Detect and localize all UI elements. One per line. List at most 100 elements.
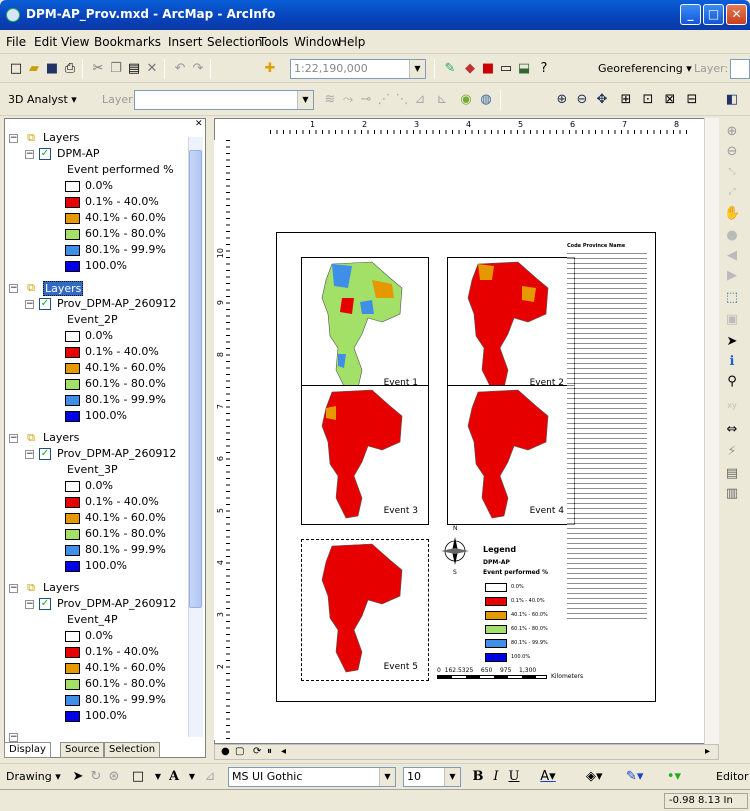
- 3d-analyst-menu[interactable]: 3D Analyst ▾: [8, 93, 77, 106]
- data-frame-label[interactable]: Layers: [43, 581, 79, 594]
- arcscene-icon[interactable]: ◉: [458, 92, 474, 108]
- toc-close-icon[interactable]: ✕: [195, 119, 205, 129]
- text-tool-icon[interactable]: A: [166, 769, 182, 785]
- tab-display[interactable]: Display: [4, 742, 51, 758]
- layer-visibility-checkbox[interactable]: ✓: [39, 148, 51, 160]
- layout-view-icon[interactable]: ▢: [235, 746, 244, 757]
- menu-window[interactable]: Window: [294, 35, 341, 49]
- class-swatch[interactable]: [65, 197, 80, 208]
- font-size-combo[interactable]: 10 ▼: [403, 767, 461, 787]
- copy-icon[interactable]: ❐: [108, 61, 124, 77]
- go-back-icon[interactable]: ◧: [724, 92, 740, 108]
- data-frame-label[interactable]: Layers: [43, 281, 84, 296]
- line-color-icon[interactable]: ✎▾: [626, 769, 643, 785]
- interpolate-line-icon[interactable]: ⋱: [394, 92, 410, 108]
- class-swatch[interactable]: [65, 181, 80, 192]
- class-swatch[interactable]: [65, 513, 80, 524]
- steepest-path-icon[interactable]: ⤳: [340, 92, 356, 108]
- html-popup-icon[interactable]: ▤: [724, 466, 740, 482]
- georef-layer-combo[interactable]: [730, 59, 750, 79]
- scroll-right-icon[interactable]: ▸: [705, 746, 710, 757]
- zoom-to-selected-icon[interactable]: ⊛: [106, 769, 122, 785]
- profile-graph-icon[interactable]: ⊾: [434, 92, 450, 108]
- pause-icon[interactable]: ⏸: [267, 746, 272, 757]
- map-frame-event-5[interactable]: Event 5: [301, 539, 429, 681]
- data-frame-label[interactable]: Layers: [43, 131, 79, 144]
- collapse-group-icon[interactable]: −: [9, 284, 18, 293]
- measure-icon[interactable]: ⇔: [724, 422, 740, 438]
- collapse-group-icon[interactable]: −: [9, 584, 18, 593]
- select-elements-icon[interactable]: ➤: [724, 334, 740, 350]
- clear-selection-icon[interactable]: ▣: [724, 312, 740, 328]
- bold-icon[interactable]: B: [470, 769, 486, 785]
- collapse-group-icon[interactable]: −: [9, 134, 18, 143]
- class-swatch[interactable]: [65, 647, 80, 658]
- zoom-in-icon[interactable]: ⊕: [724, 124, 740, 140]
- add-data-icon[interactable]: ✚: [262, 61, 278, 77]
- rotate-icon[interactable]: ↻: [88, 769, 104, 785]
- fixed-zoom-out-icon[interactable]: ⤢: [724, 184, 740, 200]
- editor-toolbar-icon[interactable]: ✎: [442, 61, 458, 77]
- refresh-icon[interactable]: ⟳: [253, 746, 261, 757]
- zoom-out-icon[interactable]: ⊖: [724, 144, 740, 160]
- tab-selection[interactable]: Selection: [104, 742, 161, 758]
- layout-page[interactable]: Event 1 Event 2 Event 3 Event 4 Event 5 …: [276, 232, 656, 702]
- class-swatch[interactable]: [65, 379, 80, 390]
- print-icon[interactable]: ⎙: [62, 61, 78, 77]
- minimize-button[interactable]: _: [680, 4, 701, 25]
- pan-icon[interactable]: ✋: [724, 206, 740, 222]
- redo-icon[interactable]: ↷: [190, 61, 206, 77]
- menu-insert[interactable]: Insert: [168, 35, 202, 49]
- hyperlink-icon[interactable]: ⚡: [724, 444, 740, 460]
- rectangle-dropdown-icon[interactable]: ▼: [150, 769, 166, 785]
- paste-icon[interactable]: ▤: [126, 61, 142, 77]
- layout-vscrollbar[interactable]: [704, 118, 719, 744]
- time-slider-icon[interactable]: ▥: [724, 486, 740, 502]
- class-swatch[interactable]: [65, 245, 80, 256]
- menu-help[interactable]: Help: [338, 35, 365, 49]
- full-extent-icon[interactable]: ●: [724, 228, 740, 244]
- class-swatch[interactable]: [65, 331, 80, 342]
- delete-icon[interactable]: ✕: [144, 61, 160, 77]
- model-builder-icon[interactable]: ⬓: [516, 61, 532, 77]
- interpolate-polygon-icon[interactable]: ⊿: [412, 92, 428, 108]
- class-swatch[interactable]: [65, 261, 80, 272]
- undo-icon[interactable]: ↶: [172, 61, 188, 77]
- class-swatch[interactable]: [65, 529, 80, 540]
- data-frame-label[interactable]: Layers: [43, 431, 79, 444]
- command-line-icon[interactable]: ▭: [498, 61, 514, 77]
- zoom-out-page-icon[interactable]: ⊖: [574, 92, 590, 108]
- edit-vertices-icon[interactable]: ⊿: [202, 769, 218, 785]
- open-icon[interactable]: ▰: [26, 61, 42, 77]
- fixed-zoom-in-icon[interactable]: ⤡: [724, 164, 740, 180]
- map-frame-event-3[interactable]: Event 3: [301, 385, 429, 525]
- maximize-button[interactable]: □: [703, 4, 724, 25]
- menu-selection[interactable]: Selection: [207, 35, 262, 49]
- layer-name[interactable]: Prov_DPM-AP_260912: [57, 597, 176, 610]
- cut-icon[interactable]: ✂: [90, 61, 106, 77]
- collapse-layer-icon[interactable]: −: [25, 450, 34, 459]
- identify-icon[interactable]: ℹ: [724, 354, 740, 370]
- line-of-sight-icon[interactable]: ⊸: [358, 92, 374, 108]
- class-swatch[interactable]: [65, 561, 80, 572]
- class-swatch[interactable]: [65, 347, 80, 358]
- layer-name[interactable]: Prov_DPM-AP_260912: [57, 447, 176, 460]
- layer-name[interactable]: Prov_DPM-AP_260912: [57, 297, 176, 310]
- class-swatch[interactable]: [65, 631, 80, 642]
- drawing-menu[interactable]: Drawing ▾: [6, 770, 61, 783]
- class-swatch[interactable]: [65, 545, 80, 556]
- toc-scroll-thumb[interactable]: [189, 150, 202, 608]
- scroll-left-icon[interactable]: ◂: [281, 746, 286, 757]
- collapse-layer-icon[interactable]: −: [25, 600, 34, 609]
- back-extent-icon[interactable]: ◀: [724, 248, 740, 264]
- new-icon[interactable]: □: [8, 61, 24, 77]
- text-dropdown-icon[interactable]: ▼: [184, 769, 200, 785]
- class-swatch[interactable]: [65, 695, 80, 706]
- select-features-icon[interactable]: ⬚: [724, 290, 740, 306]
- collapse-layer-icon[interactable]: −: [25, 150, 34, 159]
- marker-color-icon[interactable]: •▾: [666, 769, 682, 785]
- menu-bookmarks[interactable]: Bookmarks: [94, 35, 161, 49]
- collapse-group-icon[interactable]: −: [9, 733, 18, 742]
- map-frame-event-1[interactable]: Event 1: [301, 257, 429, 397]
- map-frame-event-2[interactable]: Event 2: [447, 257, 575, 397]
